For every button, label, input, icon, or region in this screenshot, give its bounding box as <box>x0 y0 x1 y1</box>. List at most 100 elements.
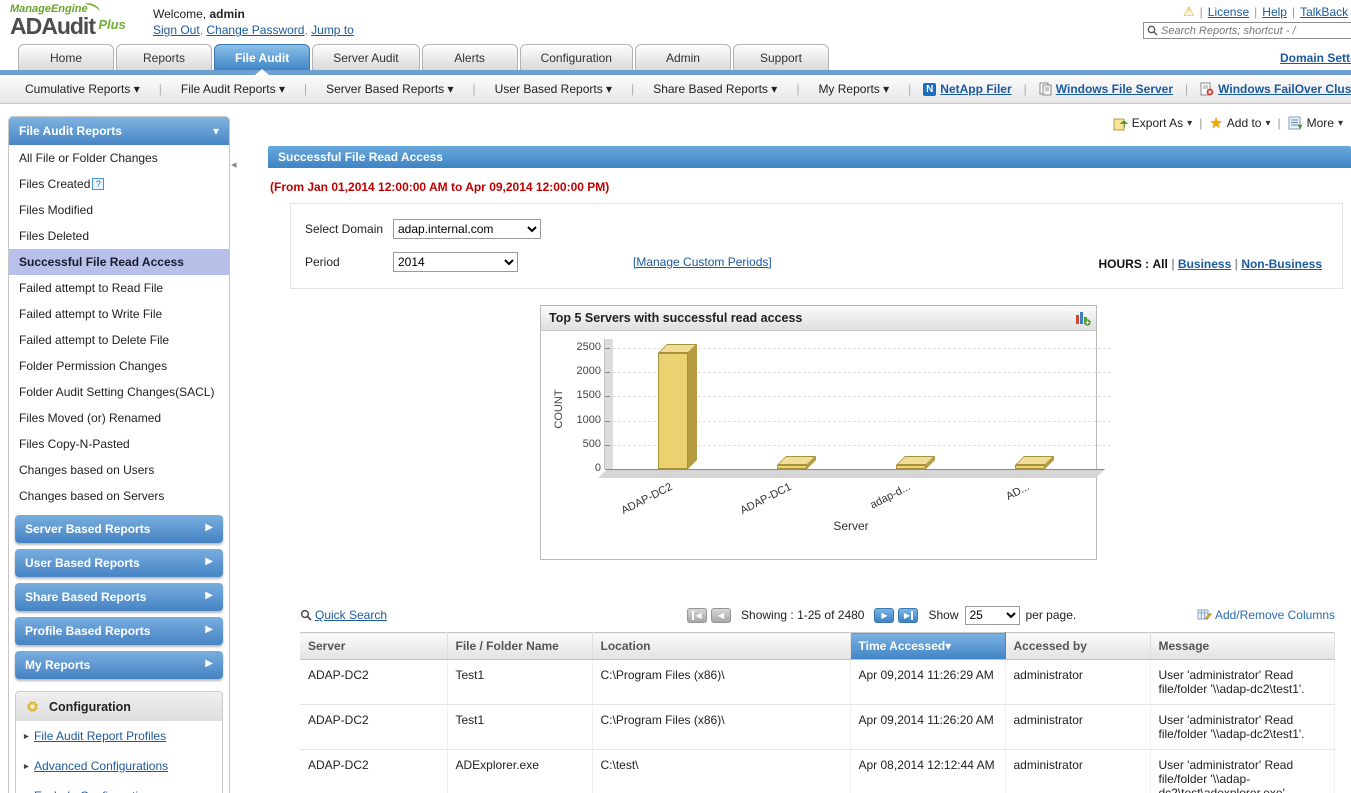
talkback-link[interactable]: TalkBack <box>1300 5 1348 19</box>
sidebar-item-folder-permission-changes[interactable]: Folder Permission Changes <box>9 353 229 379</box>
separator: , <box>200 23 203 37</box>
menu-user-based-reports[interactable]: User Based Reports ▾ <box>482 82 625 96</box>
sidebar-item-changes-based-on-users[interactable]: Changes based on Users <box>9 457 229 483</box>
search-input[interactable] <box>1161 25 1341 37</box>
col-header-location[interactable]: Location <box>592 633 850 660</box>
hours-business-link[interactable]: Business <box>1178 257 1231 271</box>
warning-icon[interactable]: ⚠ <box>1183 4 1195 20</box>
showing-range: 1-25 of 2480 <box>797 608 864 622</box>
menu-cumulative-reports[interactable]: Cumulative Reports ▾ <box>12 82 153 96</box>
windows-failover-cluster-link[interactable]: Windows FailOver Cluster <box>1200 82 1351 96</box>
page-size-select[interactable]: 25 <box>965 606 1020 625</box>
menu-file-audit-reports[interactable]: File Audit Reports ▾ <box>168 82 298 96</box>
sign-out-link[interactable]: Sign Out <box>153 23 200 37</box>
gear-icon <box>25 699 40 714</box>
cell-time: Apr 08,2014 12:12:44 AM <box>850 750 1005 793</box>
tab-file-audit[interactable]: File Audit <box>214 44 310 70</box>
tab-home[interactable]: Home <box>18 44 114 70</box>
help-icon[interactable]: ? <box>92 178 104 190</box>
change-password-link[interactable]: Change Password <box>206 23 304 37</box>
menu-my-reports[interactable]: My Reports ▾ <box>805 82 902 96</box>
pagination: ◀ ◀ Showing : 1-25 of 2480 ▶ ▶ <box>687 608 918 623</box>
tab-admin[interactable]: Admin <box>635 44 731 70</box>
prev-page-button[interactable]: ◀ <box>711 608 731 623</box>
period-select[interactable]: 2014 <box>393 252 518 272</box>
manage-custom-periods-link[interactable]: [Manage Custom Periods] <box>633 255 772 269</box>
sidebar-section-user-based-reports[interactable]: User Based Reports▶ <box>15 549 223 577</box>
config-link-file-audit-report-profiles[interactable]: ▾File Audit Report Profiles <box>16 721 222 751</box>
chart-header: Top 5 Servers with successful read acces… <box>541 306 1096 331</box>
tab-configuration[interactable]: Configuration <box>520 44 633 70</box>
sidebar-section-profile-based-reports[interactable]: Profile Based Reports▶ <box>15 617 223 645</box>
hours-non-business-link[interactable]: Non-Business <box>1241 257 1322 271</box>
sidebar-item-failed-delete[interactable]: Failed attempt to Delete File <box>9 327 229 353</box>
table-row: ADAP-DC2 Test1 C:\Program Files (x86)\ A… <box>300 705 1335 750</box>
sidebar-item-folder-audit-setting-changes[interactable]: Folder Audit Setting Changes(SACL) <box>9 379 229 405</box>
chevron-down-icon: ▾ <box>771 82 777 96</box>
sidebar-section-server-based-reports[interactable]: Server Based Reports▶ <box>15 515 223 543</box>
license-link[interactable]: License <box>1208 5 1249 19</box>
quick-search-label: Quick Search <box>315 608 387 622</box>
first-page-button[interactable]: ◀ <box>687 608 707 623</box>
chart-plot: 05001000150020002500ADAP-DC2ADAP-DC1adap… <box>541 331 1096 559</box>
sidebar-item-changes-based-on-servers[interactable]: Changes based on Servers <box>9 483 229 509</box>
chart-panel: Top 5 Servers with successful read acces… <box>540 305 1097 560</box>
separator: | <box>790 82 805 96</box>
menu-label: Cumulative Reports <box>25 82 130 96</box>
quick-search-button[interactable]: Quick Search <box>300 608 387 622</box>
sidebar-item-all-file-or-folder-changes[interactable]: All File or Folder Changes <box>9 145 229 171</box>
help-link[interactable]: Help <box>1262 5 1287 19</box>
sidebar-section-my-reports[interactable]: My Reports▶ <box>15 651 223 679</box>
col-header-server[interactable]: Server <box>300 633 447 660</box>
col-header-time-accessed[interactable]: Time Accessed▾ <box>850 633 1005 660</box>
tab-support[interactable]: Support <box>733 44 829 70</box>
product-suffix: Plus <box>98 17 125 32</box>
windows-file-server-link[interactable]: Windows File Server <box>1039 82 1173 96</box>
sidebar-item-files-deleted[interactable]: Files Deleted <box>9 223 229 249</box>
tab-server-audit[interactable]: Server Audit <box>312 44 419 70</box>
menu-server-based-reports[interactable]: Server Based Reports ▾ <box>313 82 466 96</box>
export-as-button[interactable]: Export As ▾ <box>1113 116 1192 131</box>
sidebar-item-failed-write[interactable]: Failed attempt to Write File <box>9 301 229 327</box>
sidebar-item-successful-file-read-access[interactable]: Successful File Read Access <box>9 249 229 275</box>
separator: | <box>1292 5 1295 19</box>
separator: | <box>298 82 313 96</box>
tab-alerts[interactable]: Alerts <box>422 44 518 70</box>
chart-type-icon[interactable] <box>1075 310 1091 329</box>
sidebar-item-files-modified[interactable]: Files Modified <box>9 197 229 223</box>
sidebar-header-file-audit-reports[interactable]: File Audit Reports ▾ <box>9 117 229 145</box>
star-icon: ★ <box>1209 114 1222 132</box>
chevron-down-icon: ▾ <box>213 124 219 138</box>
menu-share-based-reports[interactable]: Share Based Reports ▾ <box>640 82 790 96</box>
col-header-message[interactable]: Message <box>1150 633 1335 660</box>
add-to-button[interactable]: ★ Add to ▾ <box>1209 114 1270 132</box>
jump-to-link[interactable]: Jump to <box>311 23 354 37</box>
sidebar-item-files-created[interactable]: Files Created? <box>9 171 229 197</box>
col-header-file-folder-name[interactable]: File / Folder Name <box>447 633 592 660</box>
sidebar-item-failed-read[interactable]: Failed attempt to Read File <box>9 275 229 301</box>
separator: , <box>304 23 307 37</box>
next-page-button[interactable]: ▶ <box>874 608 894 623</box>
separator: | <box>902 82 917 96</box>
cell-server: ADAP-DC2 <box>300 705 447 750</box>
cell-server: ADAP-DC2 <box>300 750 447 793</box>
col-header-accessed-by[interactable]: Accessed by <box>1005 633 1150 660</box>
add-remove-columns-button[interactable]: Add/Remove Columns <box>1197 608 1335 622</box>
sidebar-item-files-copy-n-pasted[interactable]: Files Copy-N-Pasted <box>9 431 229 457</box>
sidebar-section-share-based-reports[interactable]: Share Based Reports▶ <box>15 583 223 611</box>
domain-select[interactable]: adap.internal.com <box>393 219 541 239</box>
file-server-icon <box>1039 82 1052 96</box>
config-link-exclude-configuration[interactable]: ▾Exclude Configuration <box>16 781 222 793</box>
domain-settings-link[interactable]: Domain Settings <box>1280 51 1351 65</box>
failover-cluster-icon <box>1200 82 1214 96</box>
chevron-right-icon: ▶ <box>205 658 213 672</box>
last-page-button[interactable]: ▶ <box>898 608 918 623</box>
tab-reports[interactable]: Reports <box>116 44 212 70</box>
chevron-right-icon: ▶ <box>205 522 213 536</box>
config-link-advanced-configurations[interactable]: ▾Advanced Configurations <box>16 751 222 781</box>
netapp-filer-link[interactable]: NNetApp Filer <box>923 82 1011 96</box>
sidebar-collapse-handle[interactable]: ◂ <box>231 152 241 178</box>
more-button[interactable]: More ▾ <box>1288 116 1343 131</box>
sidebar-item-files-moved-renamed[interactable]: Files Moved (or) Renamed <box>9 405 229 431</box>
table-header-row: Server File / Folder Name Location Time … <box>300 633 1335 660</box>
